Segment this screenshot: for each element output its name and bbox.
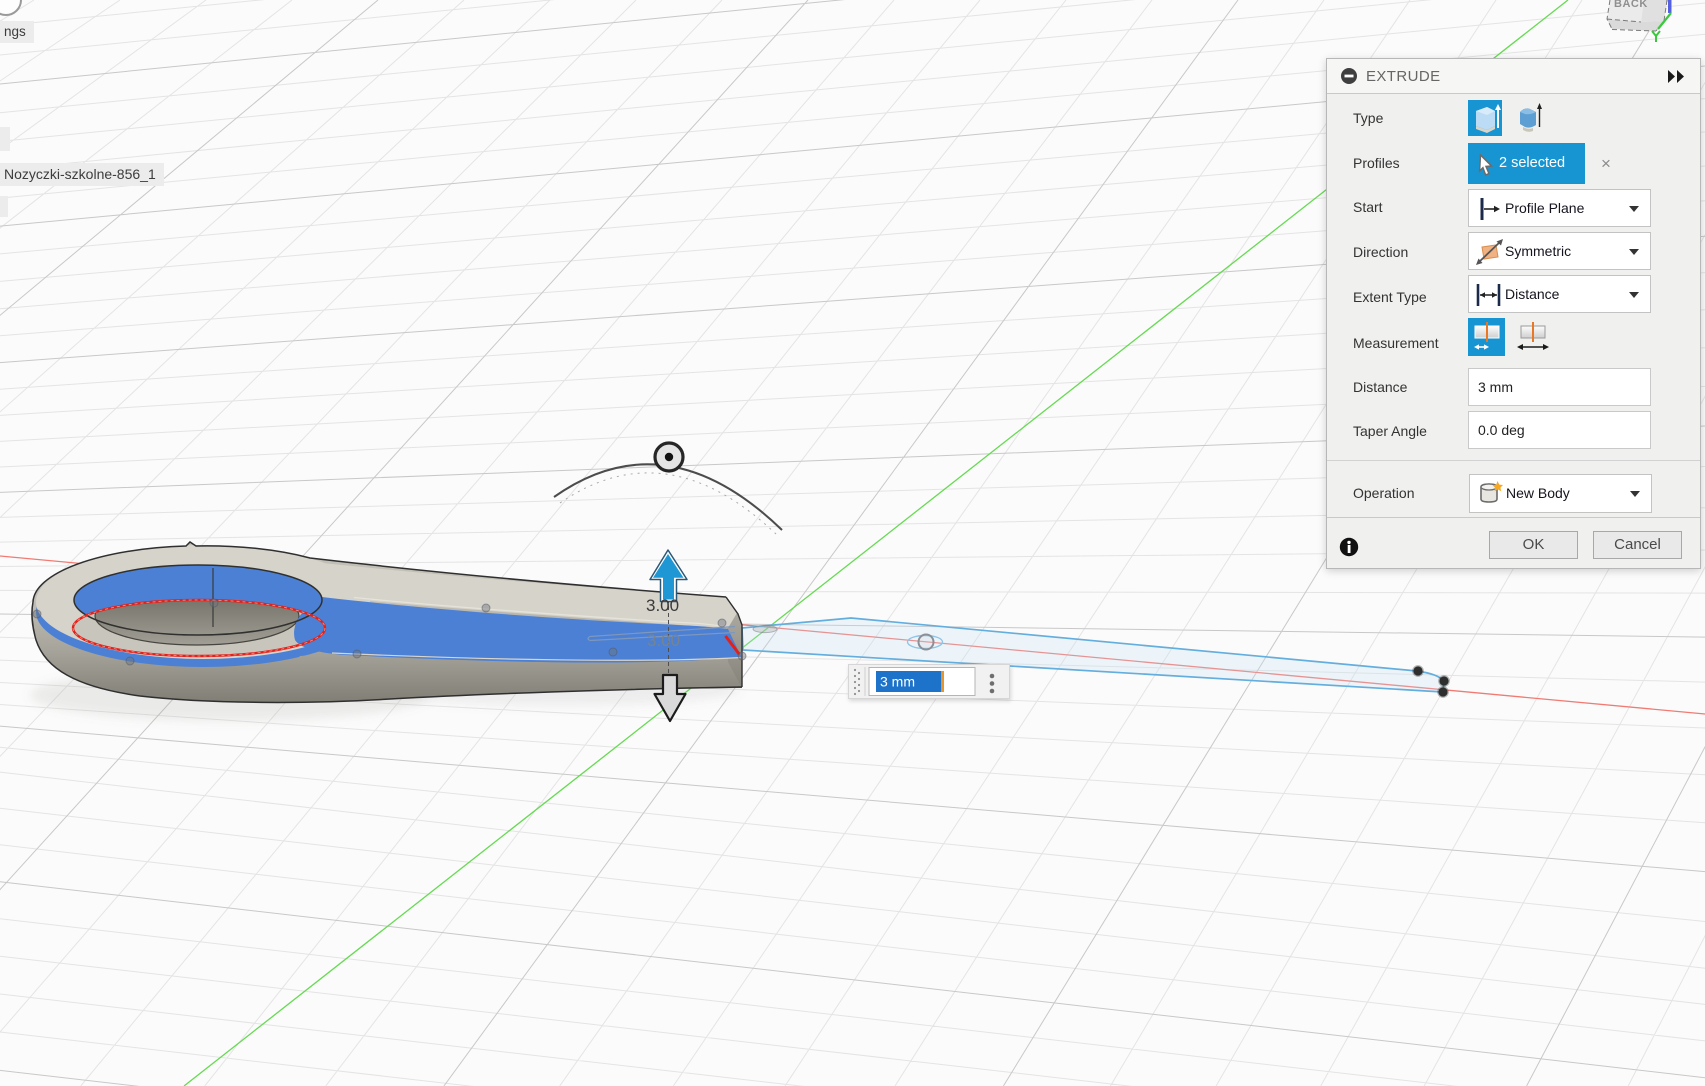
svg-text:3.00: 3.00 <box>646 596 679 615</box>
svg-text:BACK: BACK <box>1614 0 1648 10</box>
svg-text:3 mm: 3 mm <box>880 674 915 690</box>
svg-text:3.00: 3.00 <box>647 631 680 650</box>
